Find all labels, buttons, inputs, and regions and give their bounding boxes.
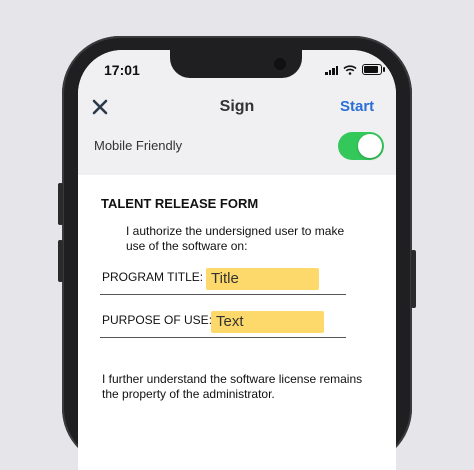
camera-icon — [274, 58, 286, 70]
signal-icon — [325, 65, 338, 75]
mobile-friendly-label: Mobile Friendly — [94, 138, 183, 153]
program-title-underline — [100, 294, 346, 295]
start-button[interactable]: Start — [340, 98, 374, 115]
program-title-field[interactable]: Title — [206, 268, 319, 290]
status-icons — [325, 64, 385, 75]
volume-down-button — [58, 240, 63, 282]
mobile-friendly-toggle[interactable] — [338, 132, 384, 160]
program-title-label: PROGRAM TITLE: — [102, 270, 204, 284]
form-title: TALENT RELEASE FORM — [101, 196, 259, 211]
notch — [170, 50, 302, 78]
purpose-field[interactable]: Text — [211, 311, 324, 333]
power-button — [411, 250, 416, 308]
volume-up-button — [58, 183, 63, 225]
purpose-underline — [100, 337, 346, 338]
battery-icon — [362, 64, 385, 75]
wifi-icon — [343, 64, 357, 75]
form-intro: I authorize the undersigned user to make… — [126, 224, 345, 253]
status-time: 17:01 — [104, 62, 140, 78]
form-footer: I further understand the software licens… — [102, 372, 363, 401]
purpose-label: PURPOSE OF USE: — [102, 313, 213, 327]
toggle-knob[interactable] — [358, 134, 382, 158]
phone-screen: 17:01 Sign Start Mobile Friendly TALENT … — [78, 50, 396, 470]
